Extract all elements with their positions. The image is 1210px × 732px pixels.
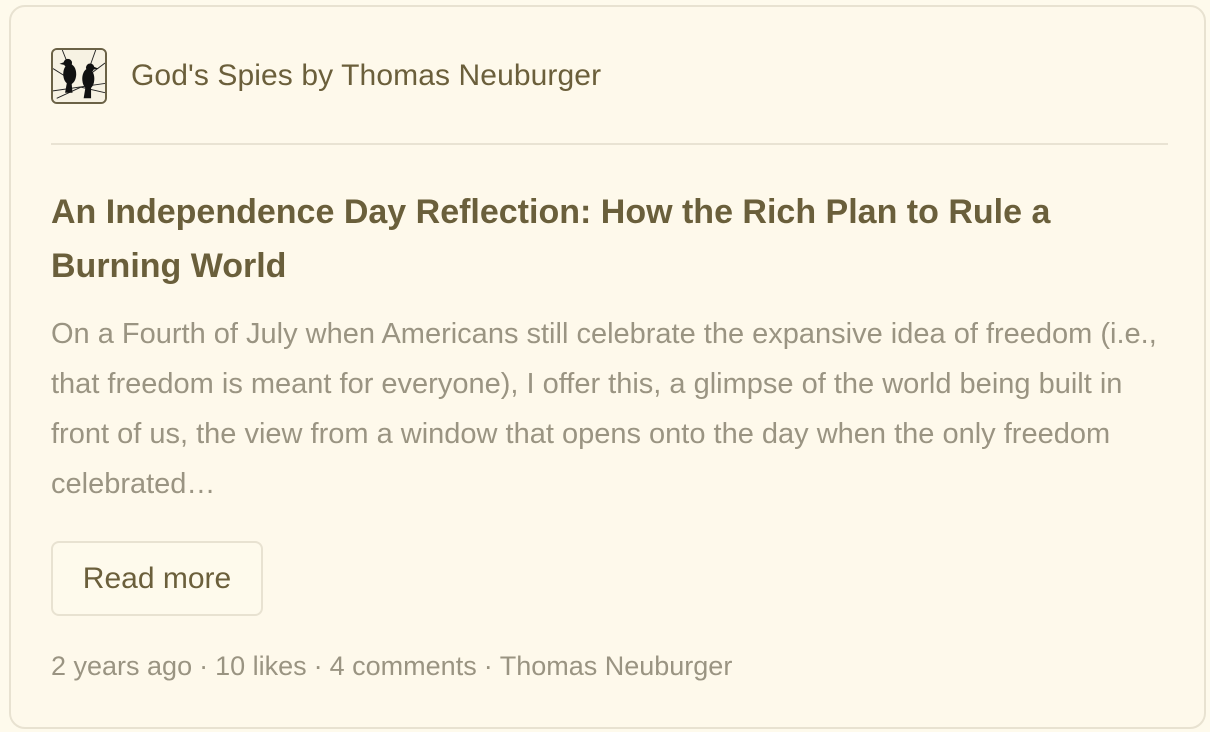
post-meta: 2 years ago · 10 likes · 4 comments · Thomas N… (51, 651, 732, 682)
author-name[interactable]: Thomas Neuburger (500, 651, 733, 681)
meta-separator: · (483, 651, 493, 681)
comments-count[interactable]: 4 comments (330, 651, 477, 681)
header-divider (51, 143, 1168, 145)
post-excerpt: On a Fourth of July when Americans still… (51, 318, 1157, 500)
post-title[interactable]: An Independence Day Reflection: How the … (51, 185, 1151, 293)
likes-count[interactable]: 10 likes (215, 651, 307, 681)
read-more-button[interactable]: Read more (51, 541, 263, 616)
two-crows-on-branch-icon[interactable] (51, 48, 107, 104)
publication-name[interactable]: God's Spies by Thomas Neuburger (131, 59, 601, 93)
meta-separator: · (199, 651, 209, 681)
post-age: 2 years ago (51, 651, 193, 681)
publication-header[interactable]: God's Spies by Thomas Neuburger (51, 47, 601, 105)
post-card[interactable]: God's Spies by Thomas Neuburger An Indep… (9, 5, 1206, 729)
meta-separator: · (313, 651, 323, 681)
